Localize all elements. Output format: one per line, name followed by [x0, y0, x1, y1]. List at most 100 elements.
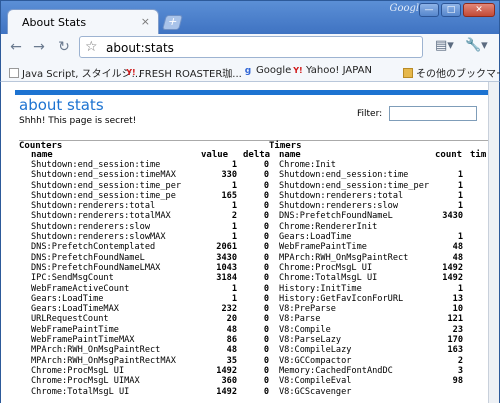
vertical-scrollbar[interactable] [488, 82, 500, 403]
counter-value: 360 [221, 376, 237, 387]
address-bar[interactable]: ☆ about:stats [79, 36, 423, 58]
timer-count: 1 [457, 232, 463, 243]
counter-name: WebFramePaintTimeMAX [31, 335, 135, 346]
timer-count: 1 [457, 170, 463, 181]
counter-value: 1 [231, 293, 237, 304]
bookmark-fresh-roaster[interactable]: Y! FRESH ROASTER珈... [126, 65, 242, 81]
counter-name: MPArch:RWH_OnMsgPaintRectMAX [31, 355, 176, 366]
counter-name: Gears:LoadTime [31, 293, 104, 304]
counter-name: URLRequestCount [31, 314, 109, 325]
counter-value: 35 [226, 355, 237, 366]
timer-name: Chrome:TotalMsgL UI [279, 273, 378, 284]
counter-value: 1 [231, 180, 237, 191]
counter-name: Shutdown:end_session:time_pe [31, 190, 176, 201]
counter-name: WebFramePaintTime [31, 324, 119, 335]
table-row: WebFramePaintTime 48 0 V8:Compile 23 [1, 325, 488, 335]
stats-table: Shutdown:end_session:time 1 0 Chrome:Init Sh… [1, 160, 488, 397]
timer-name: V8:PreParse [279, 304, 336, 315]
close-window-button[interactable]: ✕ [463, 3, 495, 17]
counter-name: Shutdown:end_session:time [31, 160, 161, 170]
timer-count: 1 [457, 201, 463, 212]
counter-name: Shutdown:renderers:totalMAX [31, 211, 171, 222]
counter-value: 3184 [216, 273, 237, 284]
minimize-button[interactable]: — [419, 3, 439, 17]
timer-count: 1 [457, 190, 463, 201]
timers-name-header: name [279, 150, 301, 160]
table-row: Gears:LoadTime 1 0 History:GetFavIconForURL… [1, 294, 488, 304]
bookmark-javascript[interactable]: Java Script, スタイルシ... [9, 65, 141, 80]
timer-count: 170 [447, 335, 463, 346]
counters-name-header: name [31, 150, 53, 160]
counter-name: Shutdown:renderers:total [31, 201, 156, 212]
bookmark-label: FRESH ROASTER珈... [139, 69, 242, 80]
table-row: WebFramePaintTimeMAX 86 0 V8:ParseLazy 170 [1, 335, 488, 345]
bookmark-label: Yahoo! JAPAN [306, 65, 372, 76]
counter-name: Shutdown:end_session:time_per [31, 180, 182, 191]
timer-count: 2 [457, 355, 463, 366]
bookmark-google[interactable]: g Google [243, 65, 292, 76]
timer-name: V8:CompileLazy [279, 345, 352, 356]
maximize-button[interactable]: □ [441, 3, 461, 17]
bookmark-yahoo-japan[interactable]: Y! Yahoo! JAPAN [293, 65, 372, 76]
counter-delta: 0 [263, 201, 269, 212]
counters-value-header: value [201, 150, 229, 160]
timer-name: Shutdown:end_session:time [279, 170, 409, 181]
timer-count: 1 [457, 283, 463, 294]
page-menu-icon[interactable]: ▤▾ [435, 38, 454, 53]
counter-name: MPArch:RWH_OnMsgPaintRect [31, 345, 161, 356]
counter-value: 1 [231, 221, 237, 232]
counter-delta: 0 [263, 170, 269, 181]
new-tab-button[interactable]: + [161, 15, 184, 30]
title-bar: About Stats × + Google — □ ✕ [0, 0, 500, 35]
timer-count: 98 [452, 376, 463, 387]
counter-name: Shutdown:renderers:slow [31, 221, 150, 232]
page-icon [9, 67, 19, 78]
counter-name: Chrome:ProcMsgL UI [31, 365, 125, 376]
star-icon[interactable]: ☆ [85, 39, 98, 55]
timer-name: V8:CompileEval [279, 376, 352, 387]
counter-delta: 0 [263, 160, 269, 170]
tab-about-stats[interactable]: About Stats × [7, 9, 159, 35]
timer-name: V8:GCCompactor [279, 355, 352, 366]
counter-delta: 0 [263, 376, 269, 387]
counter-name: DNS:PrefetchFoundNameLMAX [31, 262, 161, 273]
table-row: Chrome:TotalMsgL UI 1492 0 V8:GCScavenger [1, 387, 488, 397]
filter-input[interactable] [389, 106, 477, 121]
table-row: Gears:LoadTimeMAX 232 0 V8:PreParse 10 [1, 304, 488, 314]
timer-count: 121 [447, 314, 463, 325]
table-row: Shutdown:renderers:totalMAX 2 0 DNS:Prefetc… [1, 211, 488, 221]
tab-close-icon[interactable]: × [141, 15, 150, 28]
counter-value: 1 [231, 160, 237, 170]
timer-count: 1 [457, 180, 463, 191]
yahoo-icon: Y! [293, 65, 303, 75]
counter-name: DNS:PrefetchFoundNameL [31, 252, 145, 263]
counter-value: 3430 [216, 252, 237, 263]
address-url[interactable]: about:stats [106, 41, 174, 55]
yahoo-icon: Y! [126, 67, 136, 77]
timer-name: V8:GCScavenger [279, 386, 352, 397]
timer-count: 10 [452, 304, 463, 315]
timer-name: V8:ParseLazy [279, 335, 342, 346]
bookmark-label: Java Script, スタイルシ... [22, 69, 142, 80]
counter-delta: 0 [263, 221, 269, 232]
timer-name: Shutdown:renderers:slow [279, 201, 398, 212]
counter-value: 48 [226, 345, 237, 356]
counter-delta: 0 [263, 180, 269, 191]
timer-count: 163 [447, 345, 463, 356]
timer-name: MPArch:RWH_OnMsgPaintRect [279, 252, 409, 263]
wrench-menu-icon[interactable]: 🔧▾ [465, 38, 488, 53]
other-bookmarks[interactable]: その他のブックマーク [403, 65, 500, 80]
counter-name: Shutdown:end_session:timeMAX [31, 170, 176, 181]
counter-name: Shutdown:renderers:slowMAX [31, 232, 166, 243]
table-row: Shutdown:end_session:time 1 0 Chrome:Init [1, 160, 488, 170]
counter-delta: 0 [263, 273, 269, 284]
table-row: DNS:PrefetchFoundNameL 3430 0 MPArch:RWH_On… [1, 253, 488, 263]
back-icon[interactable]: ← [7, 38, 25, 56]
counter-value: 48 [226, 324, 237, 335]
forward-icon[interactable]: → [30, 38, 48, 56]
counter-value: 1 [231, 283, 237, 294]
timer-count: 13 [452, 293, 463, 304]
counter-delta: 0 [263, 324, 269, 335]
reload-icon[interactable]: ↻ [55, 38, 73, 56]
counters-delta-header: delta [243, 150, 271, 160]
